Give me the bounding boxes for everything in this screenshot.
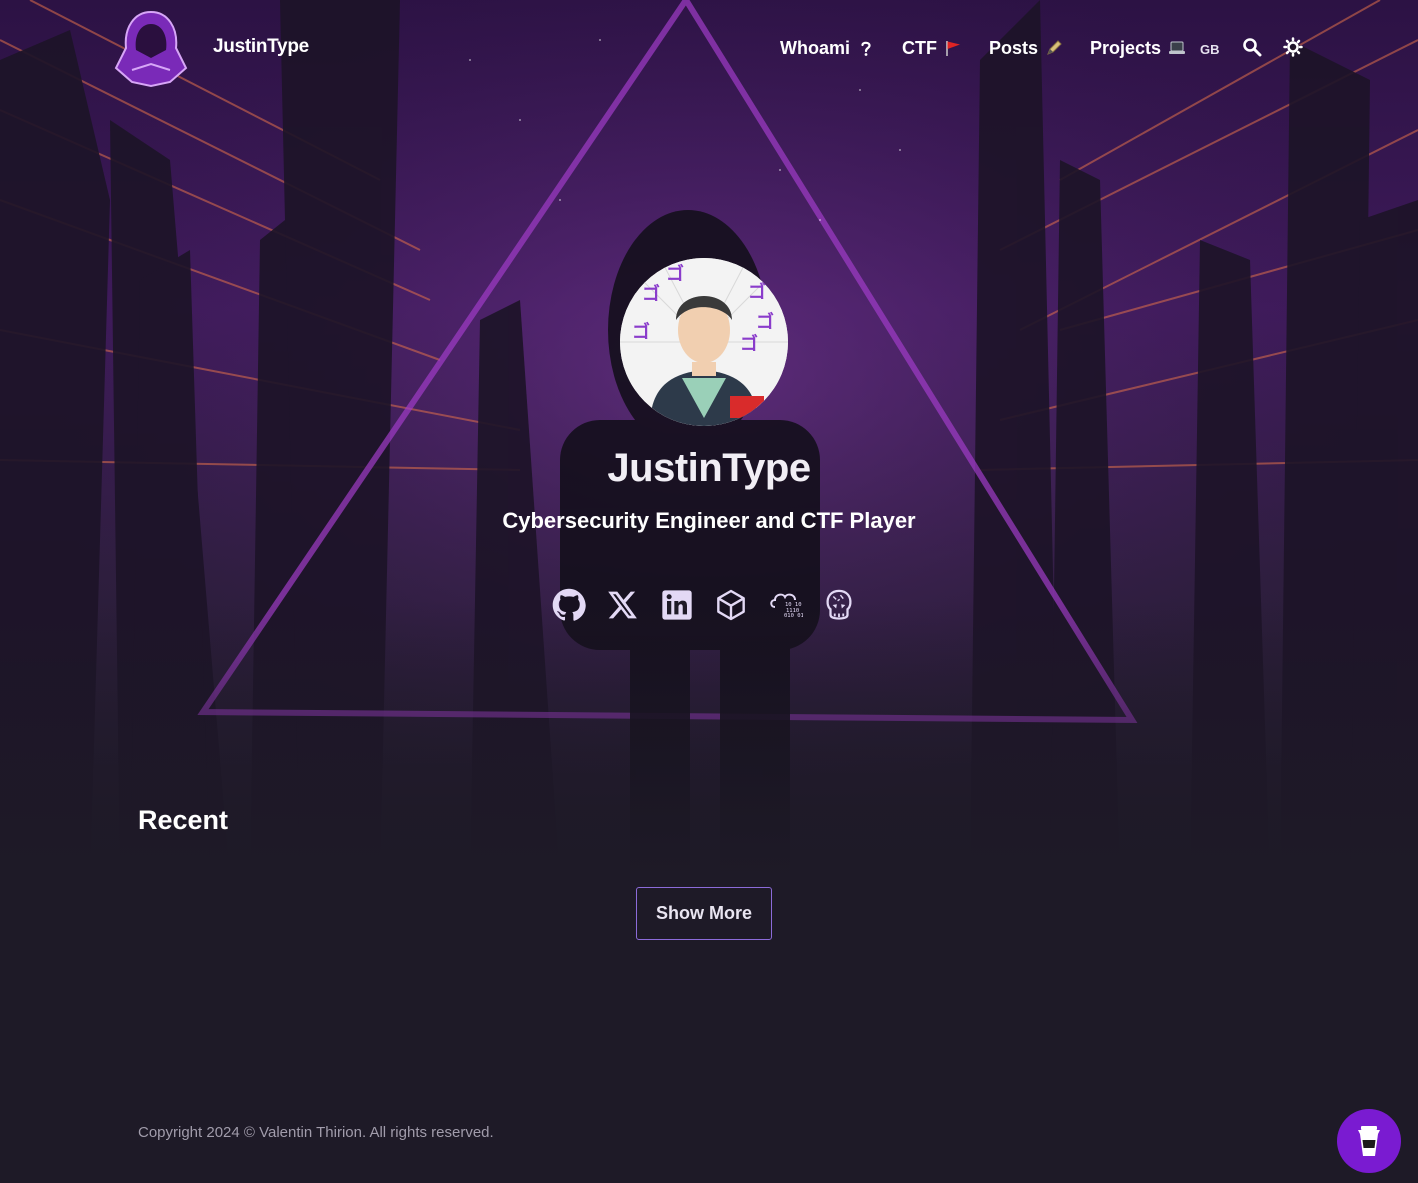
hero-background-illustration	[0, 0, 1418, 880]
anime-portrait-illustration: ゴゴ ゴゴ ゴゴ	[620, 258, 788, 426]
laptop-emoji-icon	[1169, 41, 1186, 54]
main-nav: Whoami CTF Posts Projects	[780, 36, 1213, 60]
hooded-figure-logo[interactable]	[112, 8, 190, 88]
hackthebox-icon[interactable]	[713, 587, 749, 623]
profile-subtitle: Cybersecurity Engineer and CTF Player	[502, 508, 916, 533]
profile-name: JustinType	[607, 446, 811, 490]
skull-glyph	[826, 589, 852, 620]
linkedin-icon[interactable]	[659, 587, 695, 623]
hero-background	[0, 0, 1418, 880]
avatar: ゴゴ ゴゴ ゴゴ	[620, 258, 788, 426]
buy-me-a-coffee-button[interactable]	[1337, 1109, 1401, 1173]
question-mark-emoji-icon	[861, 41, 871, 56]
cube-glyph	[717, 589, 745, 621]
svg-text:010 01: 010 01	[784, 613, 803, 619]
x-icon[interactable]	[605, 587, 641, 623]
site-header: JustinType Whoami CTF Posts Projects GB	[0, 0, 1418, 96]
rootme-icon[interactable]	[821, 587, 857, 623]
svg-text:ゴ: ゴ	[666, 263, 684, 285]
nav-label-posts: Posts	[989, 37, 1039, 58]
nav-item-posts[interactable]: Posts	[989, 38, 1063, 59]
page: JustinType Whoami CTF Posts Projects GB …	[0, 0, 1418, 1183]
svg-text:ゴ: ゴ	[756, 311, 774, 333]
x-glyph	[608, 591, 637, 619]
github-glyph	[552, 588, 586, 621]
pen-emoji-icon	[1047, 40, 1062, 55]
nav-item-whoami[interactable]: Whoami	[780, 38, 875, 59]
hooded-figure-logo-icon	[114, 10, 188, 88]
social-links: 10 10 1110 010 01	[551, 587, 857, 623]
svg-text:ゴ: ゴ	[632, 321, 650, 343]
nav-label-whoami: Whoami	[780, 37, 850, 58]
search-icon[interactable]	[1242, 37, 1262, 57]
tryhackme-icon[interactable]: 10 10 1110 010 01	[767, 587, 803, 623]
coffee-cup-icon	[1358, 1126, 1380, 1156]
recent-heading: Recent	[138, 805, 229, 835]
sun-glyph	[1283, 37, 1303, 57]
magnifier-glyph	[1243, 38, 1262, 57]
svg-text:ゴ: ゴ	[740, 333, 758, 355]
linkedin-glyph	[662, 590, 692, 620]
nav-item-projects[interactable]: Projects	[1090, 38, 1186, 59]
svg-text:ゴ: ゴ	[642, 283, 660, 305]
footer-copyright: Copyright 2024 © Valentin Thirion. All r…	[138, 1124, 494, 1141]
site-title[interactable]: JustinType	[213, 36, 309, 58]
show-more-button[interactable]: Show More	[636, 887, 772, 940]
cloud-binary-glyph: 10 10 1110 010 01	[770, 593, 803, 619]
nav-label-projects: Projects	[1090, 37, 1162, 58]
svg-text:ゴ: ゴ	[748, 281, 766, 303]
language-switcher[interactable]: GB	[1200, 42, 1220, 57]
nav-item-ctf[interactable]: CTF	[902, 38, 962, 59]
nav-label-ctf: CTF	[902, 37, 937, 58]
theme-toggle-sun-icon[interactable]	[1283, 37, 1303, 57]
github-icon[interactable]	[551, 587, 587, 623]
red-flag-emoji-icon	[946, 41, 960, 56]
